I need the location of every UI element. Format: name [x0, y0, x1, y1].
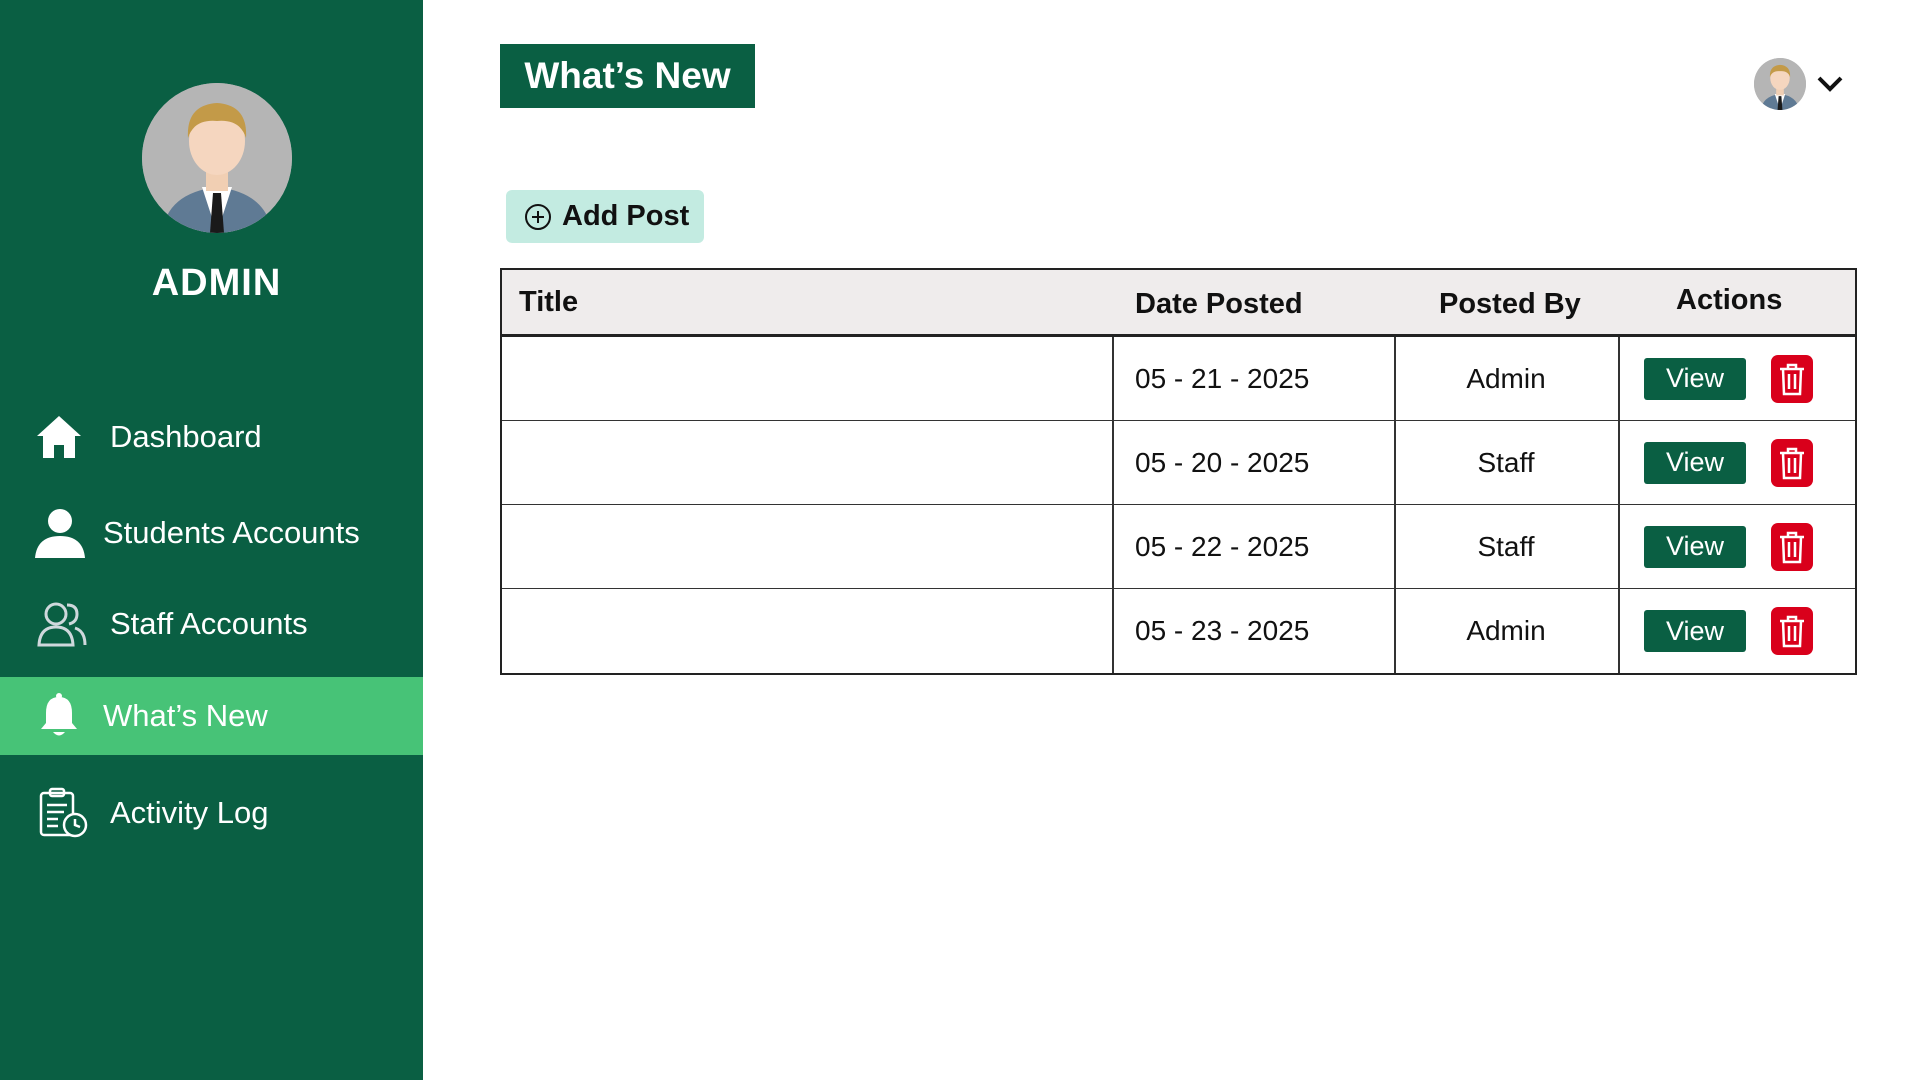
avatar[interactable] — [1754, 58, 1806, 110]
sidebar: ADMIN Dashboard Students Accounts Staff … — [0, 0, 423, 1080]
trash-icon — [1780, 531, 1804, 563]
view-button[interactable]: View — [1644, 525, 1746, 568]
table-row: 05 - 21 - 2025 Admin View — [502, 337, 1855, 421]
role-label: ADMIN — [151, 262, 282, 304]
sidebar-item-label: What’s New — [103, 698, 268, 733]
trash-icon — [1780, 615, 1804, 648]
table-header: Title Date Posted Posted By Actions — [502, 270, 1855, 337]
delete-button[interactable] — [1771, 607, 1813, 655]
sidebar-item-label: Staff Accounts — [110, 606, 308, 641]
profile-menu[interactable] — [1754, 58, 1848, 110]
column-header-posted-by: Posted By — [1439, 288, 1581, 320]
user-icon — [32, 505, 88, 561]
sidebar-item-whats-new[interactable]: What’s New — [0, 677, 423, 755]
posted-by: Admin — [1466, 362, 1546, 394]
page-title: What’s New — [500, 44, 755, 108]
posts-table: Title Date Posted Posted By Actions 05 -… — [500, 268, 1857, 675]
add-post-label: Add Post — [562, 200, 690, 232]
date-posted: 05 - 23 - 2025 — [1135, 615, 1310, 646]
sidebar-item-label: Students Accounts — [103, 515, 360, 550]
posted-by: Staff — [1477, 446, 1535, 478]
sidebar-item-label: Dashboard — [110, 419, 262, 454]
delete-button[interactable] — [1771, 354, 1813, 403]
sidebar-item-activity-log[interactable]: Activity Log — [0, 774, 423, 852]
column-header-title: Title — [519, 286, 579, 318]
add-post-button[interactable]: Add Post — [506, 190, 704, 243]
table-row: 05 - 20 - 2025 Staff View — [502, 421, 1855, 505]
home-icon — [31, 409, 87, 465]
view-button[interactable]: View — [1644, 610, 1746, 652]
trash-icon — [1780, 363, 1804, 395]
sidebar-item-label: Activity Log — [110, 795, 269, 830]
date-posted: 05 - 22 - 2025 — [1135, 530, 1310, 562]
sidebar-item-dashboard[interactable]: Dashboard — [0, 398, 423, 476]
column-header-date-posted: Date Posted — [1135, 288, 1303, 320]
bell-icon — [31, 688, 87, 744]
sidebar-item-students-accounts[interactable]: Students Accounts — [0, 494, 423, 572]
admin-avatar — [142, 83, 292, 233]
delete-button[interactable] — [1771, 522, 1813, 571]
clipboard-clock-icon — [36, 785, 92, 841]
posted-by: Staff — [1477, 530, 1535, 562]
delete-button[interactable] — [1771, 438, 1813, 487]
view-button[interactable]: View — [1644, 357, 1746, 400]
chevron-down-icon[interactable] — [1812, 66, 1848, 102]
view-button[interactable]: View — [1644, 441, 1746, 484]
plus-circle-icon — [524, 203, 552, 231]
trash-icon — [1780, 447, 1804, 479]
date-posted: 05 - 20 - 2025 — [1135, 446, 1310, 478]
table-row: 05 - 23 - 2025 Admin View — [502, 589, 1855, 673]
sidebar-item-staff-accounts[interactable]: Staff Accounts — [0, 585, 423, 663]
table-row: 05 - 22 - 2025 Staff View — [502, 505, 1855, 589]
column-header-actions: Actions — [1676, 284, 1783, 316]
users-icon — [34, 596, 90, 652]
date-posted: 05 - 21 - 2025 — [1135, 362, 1310, 394]
posted-by: Admin — [1466, 615, 1546, 646]
